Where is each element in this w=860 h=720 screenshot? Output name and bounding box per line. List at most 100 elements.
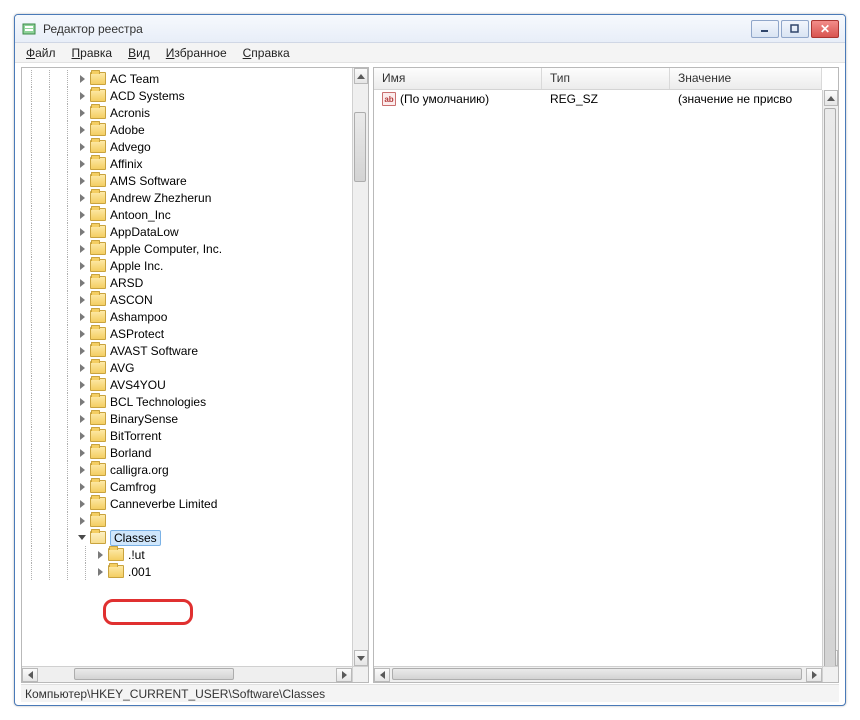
scroll-left-icon[interactable]: [374, 668, 390, 682]
tree-node[interactable]: Apple Computer, Inc.: [22, 240, 352, 257]
expander-icon[interactable]: [76, 209, 88, 221]
expander-icon[interactable]: [76, 481, 88, 493]
registry-tree[interactable]: AC Team ACD Systems Acronis AdobeAdvego Affi…: [22, 68, 352, 666]
tree-node[interactable]: Ashampoo: [22, 308, 352, 325]
tree-node-label[interactable]: Antoon_Inc: [110, 208, 171, 222]
list-vscroll[interactable]: [822, 90, 838, 666]
close-button[interactable]: ✕: [811, 20, 839, 38]
scroll-right-icon[interactable]: [806, 668, 822, 682]
minimize-button[interactable]: [751, 20, 779, 38]
tree-node-label[interactable]: Andrew Zhezherun: [110, 191, 211, 205]
tree-node[interactable]: AVAST Software: [22, 342, 352, 359]
tree-node[interactable]: BitTorrent: [22, 427, 352, 444]
tree-node[interactable]: ASCON: [22, 291, 352, 308]
tree-node-label[interactable]: Affinix: [110, 157, 142, 171]
expander-icon[interactable]: [76, 328, 88, 340]
expander-icon[interactable]: [76, 430, 88, 442]
tree-node-label[interactable]: BinarySense: [110, 412, 178, 426]
menu-help[interactable]: Справка: [236, 44, 297, 62]
list-vscroll-thumb[interactable]: [824, 108, 836, 678]
tree-node[interactable]: AVG: [22, 359, 352, 376]
tree-node-label[interactable]: Ashampoo: [110, 310, 167, 324]
expander-icon[interactable]: [76, 362, 88, 374]
tree-node-label[interactable]: Acronis: [110, 106, 150, 120]
tree-node[interactable]: AVS4YOU: [22, 376, 352, 393]
expander-icon[interactable]: [94, 566, 106, 578]
expander-icon[interactable]: [76, 124, 88, 136]
tree-node[interactable]: BCL Technologies: [22, 393, 352, 410]
tree-node-label[interactable]: AVAST Software: [110, 344, 198, 358]
menu-view[interactable]: Вид: [121, 44, 157, 62]
tree-node-label[interactable]: Apple Inc.: [110, 259, 163, 273]
expander-icon[interactable]: [76, 396, 88, 408]
tree-node-label[interactable]: ASProtect: [110, 327, 164, 341]
tree-node-label[interactable]: AC Team: [110, 72, 159, 86]
value-row[interactable]: ab(По умолчанию) REG_SZ (значение не при…: [374, 90, 822, 108]
tree-node-label[interactable]: Apple Computer, Inc.: [110, 242, 222, 256]
expander-icon[interactable]: [76, 464, 88, 476]
tree-node[interactable]: Classes: [22, 529, 352, 546]
tree-node[interactable]: BinarySense: [22, 410, 352, 427]
tree-node[interactable]: .!ut: [22, 546, 352, 563]
expander-icon[interactable]: [76, 532, 88, 544]
tree-node-label[interactable]: AppDataLow: [110, 225, 179, 239]
tree-node[interactable]: ASProtect: [22, 325, 352, 342]
tree-node[interactable]: Andrew Zhezherun: [22, 189, 352, 206]
tree-node[interactable]: .001: [22, 563, 352, 580]
tree-node-label[interactable]: ASCON: [110, 293, 153, 307]
tree-node-label[interactable]: BitTorrent: [110, 429, 161, 443]
tree-node[interactable]: calligra.org: [22, 461, 352, 478]
expander-icon[interactable]: [94, 549, 106, 561]
maximize-button[interactable]: [781, 20, 809, 38]
expander-icon[interactable]: [76, 447, 88, 459]
tree-node-label[interactable]: Canneverbe Limited: [110, 497, 217, 511]
menu-edit[interactable]: Правка: [65, 44, 120, 62]
tree-node[interactable]: ACD Systems: [22, 87, 352, 104]
tree-node-label[interactable]: Camfrog: [110, 480, 156, 494]
expander-icon[interactable]: [76, 226, 88, 238]
scroll-right-icon[interactable]: [336, 668, 352, 682]
scroll-up-icon[interactable]: [354, 68, 368, 84]
tree-node[interactable]: Advego: [22, 138, 352, 155]
tree-node[interactable]: AMS Software: [22, 172, 352, 189]
tree-node[interactable]: Adobe: [22, 121, 352, 138]
col-value[interactable]: Значение: [670, 68, 822, 89]
expander-icon[interactable]: [76, 260, 88, 272]
expander-icon[interactable]: [76, 243, 88, 255]
expander-icon[interactable]: [76, 345, 88, 357]
values-list[interactable]: ab(По умолчанию) REG_SZ (значение не при…: [374, 90, 822, 666]
tree-vscroll-thumb[interactable]: [354, 112, 366, 182]
tree-node[interactable]: Acronis: [22, 104, 352, 121]
col-name[interactable]: Имя: [374, 68, 542, 89]
tree-hscroll[interactable]: [22, 666, 352, 682]
expander-icon[interactable]: [76, 515, 88, 527]
expander-icon[interactable]: [76, 413, 88, 425]
list-hscroll-thumb[interactable]: [392, 668, 802, 680]
expander-icon[interactable]: [76, 90, 88, 102]
expander-icon[interactable]: [76, 379, 88, 391]
tree-node-label[interactable]: .001: [128, 565, 151, 579]
expander-icon[interactable]: [76, 107, 88, 119]
tree-node[interactable]: Antoon_Inc: [22, 206, 352, 223]
tree-node-label[interactable]: AVG: [110, 361, 134, 375]
titlebar[interactable]: Редактор реестра ✕: [15, 15, 845, 43]
expander-icon[interactable]: [76, 277, 88, 289]
col-type[interactable]: Тип: [542, 68, 670, 89]
tree-vscroll[interactable]: [352, 68, 368, 666]
tree-node-label[interactable]: Chromium: [110, 514, 165, 528]
tree-node[interactable]: AC Team: [22, 70, 352, 87]
tree-node[interactable]: Borland: [22, 444, 352, 461]
tree-node-label[interactable]: AMS Software: [110, 174, 187, 188]
expander-icon[interactable]: [76, 294, 88, 306]
scroll-up-icon[interactable]: [824, 90, 838, 106]
expander-icon[interactable]: [76, 192, 88, 204]
tree-node-label[interactable]: BCL Technologies: [110, 395, 206, 409]
tree-node-label[interactable]: ACD Systems: [110, 89, 185, 103]
expander-icon[interactable]: [76, 158, 88, 170]
tree-node-label[interactable]: Classes: [110, 530, 161, 546]
tree-node[interactable]: AppDataLow: [22, 223, 352, 240]
tree-node-label[interactable]: Adobe: [110, 123, 145, 137]
tree-node[interactable]: Chromium: [22, 512, 352, 529]
menu-favorites[interactable]: Избранное: [159, 44, 234, 62]
list-hscroll[interactable]: [374, 666, 822, 682]
